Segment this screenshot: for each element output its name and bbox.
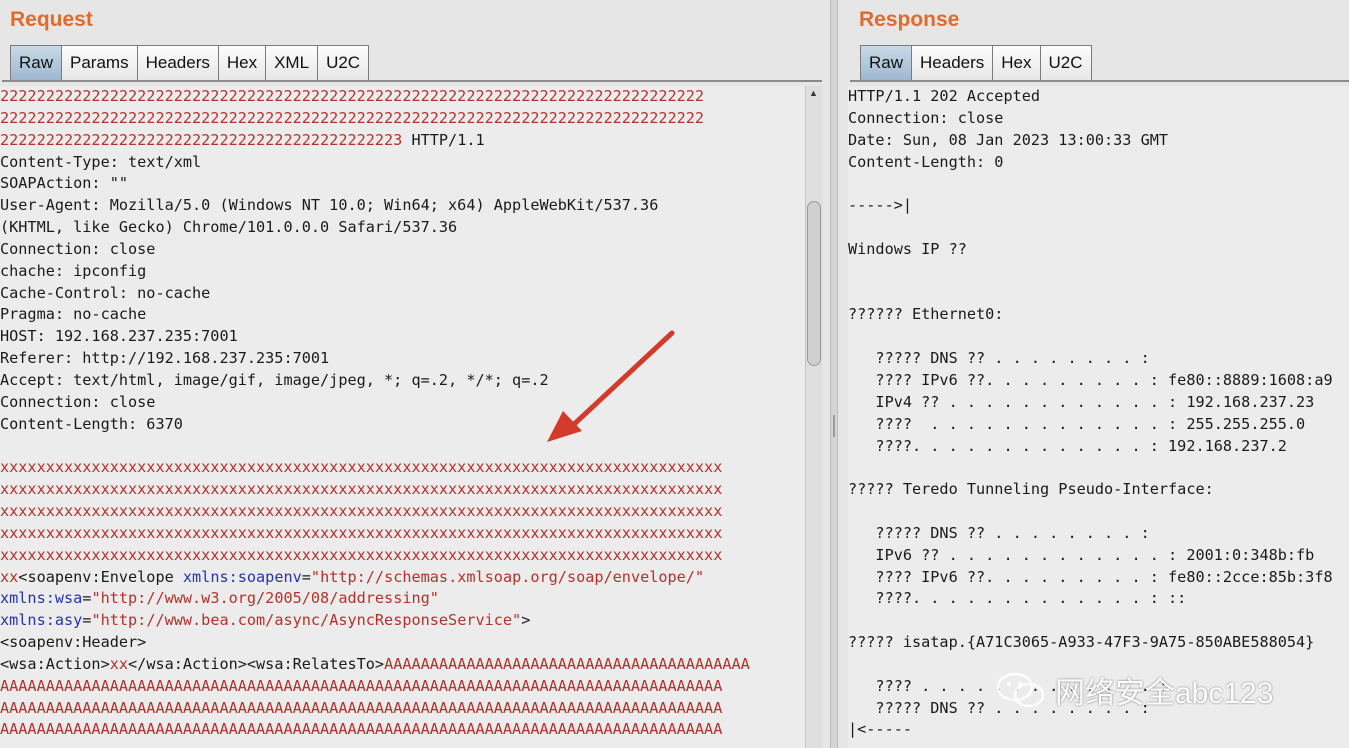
wechat-icon	[996, 672, 1045, 708]
annotation-arrow-icon	[547, 330, 675, 442]
watermark: 网络安全abc123	[993, 668, 1273, 712]
watermark-text: 网络安全abc123	[1055, 677, 1274, 710]
